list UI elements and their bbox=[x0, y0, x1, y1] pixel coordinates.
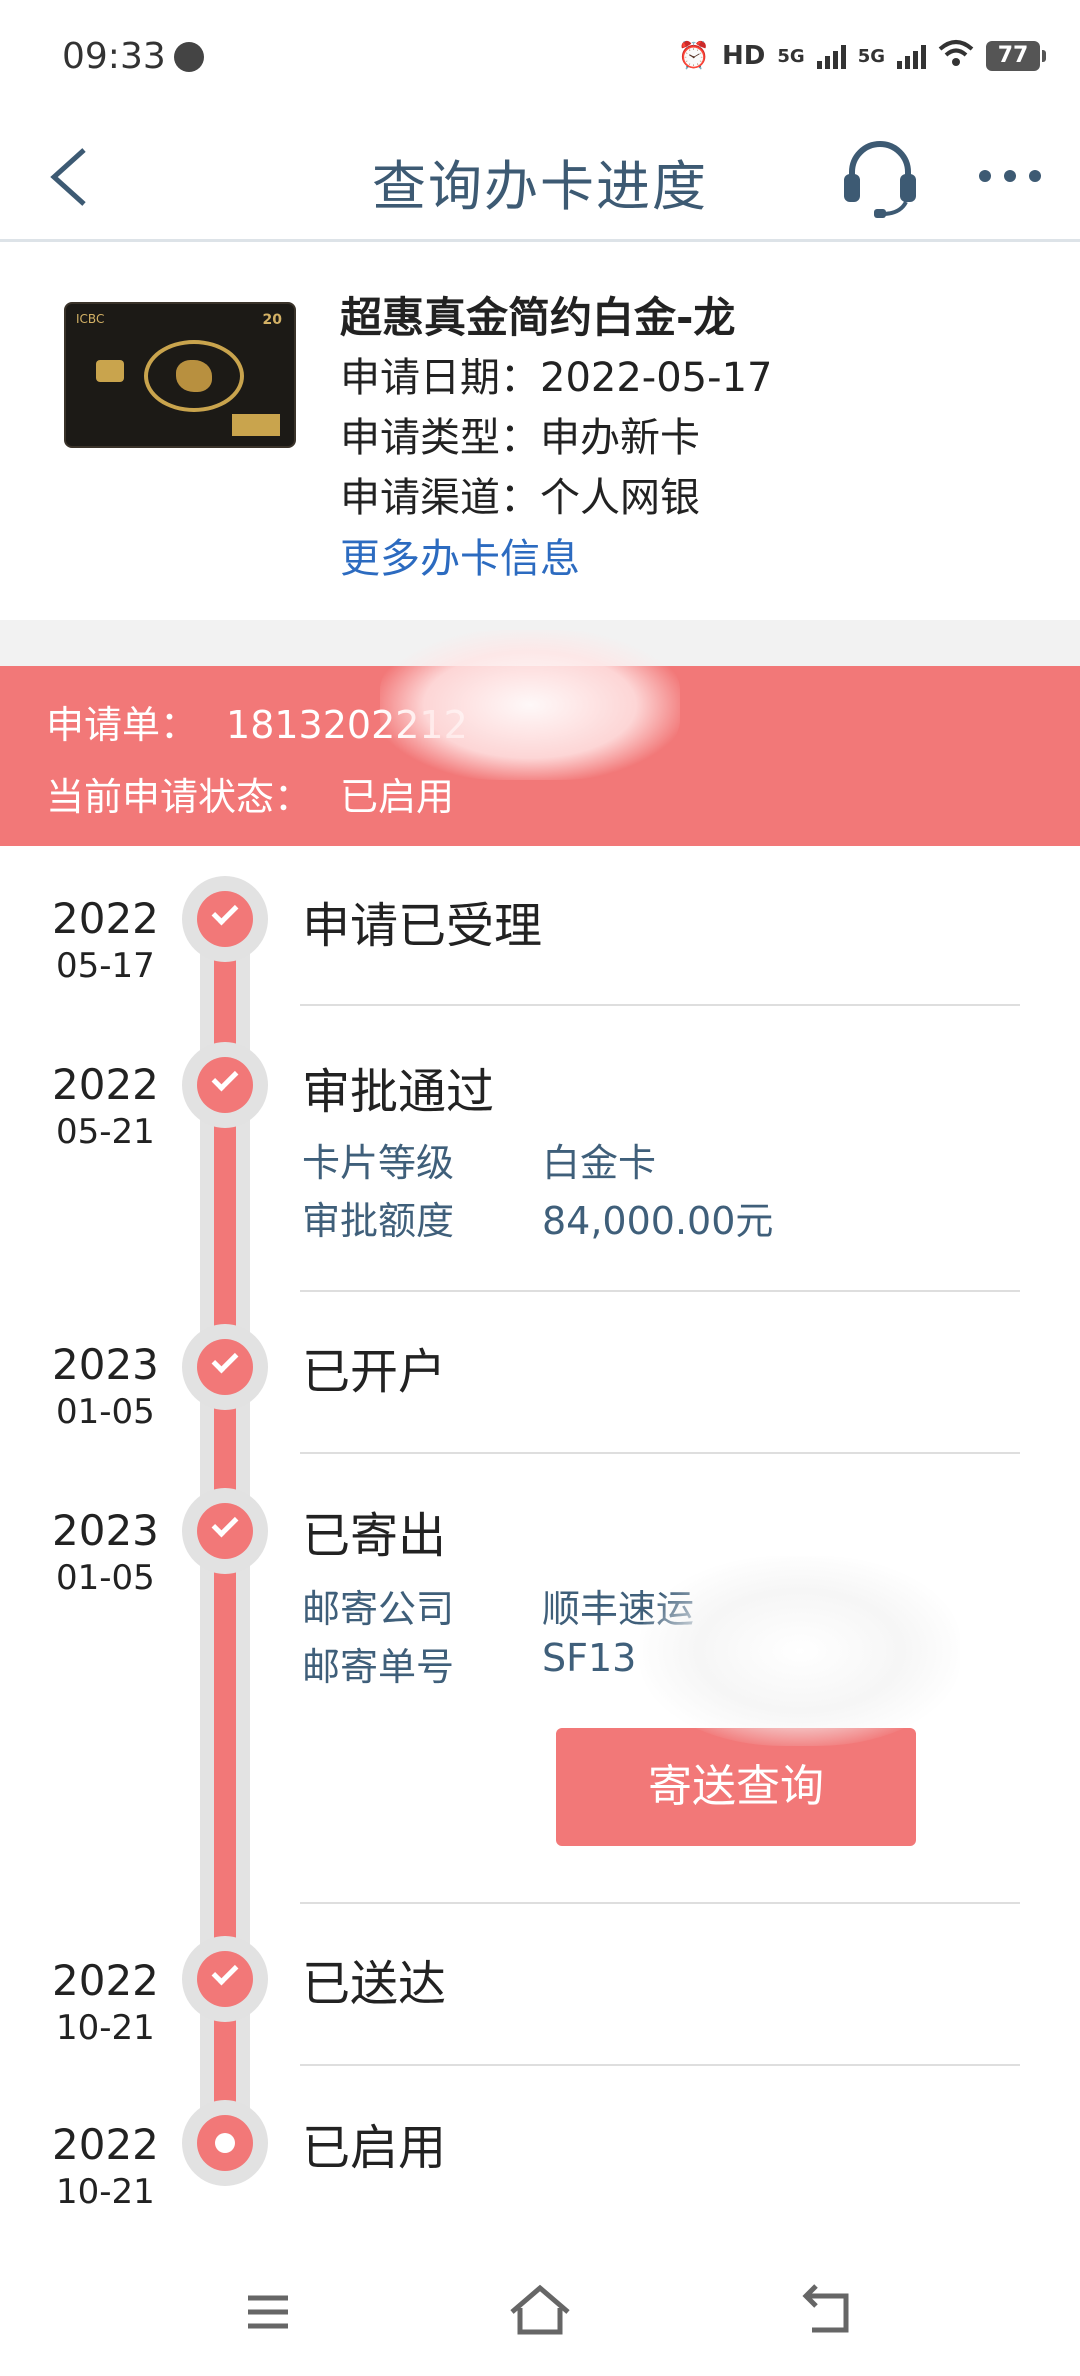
apply-date-row: 申请日期：2022-05-17 bbox=[340, 348, 772, 408]
event-year: 2022 bbox=[52, 894, 159, 943]
status-bar: 09:33 ⏰ HD 5G 5G 77 bbox=[0, 0, 1080, 112]
divider bbox=[300, 1290, 1020, 1292]
card-info-section: ICBC 20 超惠真金简约白金-龙 申请日期：2022-05-17 申请类型：… bbox=[0, 258, 1080, 620]
notification-icon bbox=[174, 42, 204, 72]
status-icons: ⏰ HD 5G 5G 77 bbox=[677, 34, 1046, 78]
event-year: 2023 bbox=[52, 1506, 159, 1555]
divider bbox=[300, 1004, 1020, 1006]
check-icon bbox=[211, 898, 239, 926]
signal-icon bbox=[816, 43, 846, 69]
app-header: 查询办卡进度 bbox=[0, 112, 1080, 242]
apply-channel-row: 申请渠道：个人网银 bbox=[340, 468, 772, 528]
event-node bbox=[182, 1488, 268, 1574]
detail-row-tracking: 邮寄单号 SF13 bbox=[302, 1636, 636, 1691]
hd-label: HD bbox=[722, 41, 766, 71]
event-title: 已寄出 bbox=[302, 1508, 447, 1564]
order-label: 申请单： bbox=[46, 703, 199, 747]
event-date: 05-21 bbox=[56, 1112, 155, 1152]
check-icon bbox=[211, 1958, 239, 1986]
apply-date-label: 申请日期： bbox=[340, 355, 540, 401]
redaction-mark bbox=[380, 630, 680, 780]
check-icon bbox=[211, 1346, 239, 1374]
current-dot-icon bbox=[215, 2133, 235, 2153]
detail-label: 卡片等级 bbox=[302, 1141, 455, 1185]
wifi-icon bbox=[938, 39, 974, 74]
return-icon bbox=[802, 2284, 849, 2333]
home-icon bbox=[510, 2284, 570, 2335]
card-face-number: 20 bbox=[262, 312, 282, 328]
event-node-current bbox=[182, 2100, 268, 2186]
detail-value: SF13 bbox=[542, 1636, 637, 1680]
event-year: 2022 bbox=[52, 1060, 159, 1109]
event-node bbox=[182, 1324, 268, 1410]
menu-button[interactable] bbox=[228, 2272, 308, 2352]
event-year: 2022 bbox=[52, 2120, 159, 2169]
event-date: 10-21 bbox=[56, 2008, 155, 2048]
dragon-emblem bbox=[144, 340, 244, 412]
progress-timeline: 2022 05-17 申请已受理 2022 05-21 审批通过 卡片等级 白金… bbox=[0, 846, 1080, 2226]
check-icon bbox=[211, 1064, 239, 1092]
menu-icon bbox=[248, 2295, 288, 2329]
detail-row-courier: 邮寄公司 顺丰速运 bbox=[302, 1578, 694, 1633]
detail-label: 邮寄单号 bbox=[302, 1645, 455, 1689]
card-details: 超惠真金简约白金-龙 申请日期：2022-05-17 申请类型：申办新卡 申请渠… bbox=[340, 288, 772, 590]
detail-value: 84,000.00元 bbox=[542, 1199, 774, 1243]
card-brand-mark bbox=[232, 414, 280, 436]
current-status-value: 已启用 bbox=[340, 775, 455, 819]
event-title: 已送达 bbox=[302, 1956, 447, 2012]
apply-type-label: 申请类型： bbox=[340, 415, 540, 461]
headset-icon bbox=[844, 141, 916, 218]
alarm-icon: ⏰ bbox=[677, 41, 711, 71]
system-nav-bar bbox=[0, 2250, 1080, 2376]
divider bbox=[300, 1452, 1020, 1454]
event-date: 10-21 bbox=[56, 2172, 155, 2212]
event-title: 已启用 bbox=[302, 2120, 447, 2176]
current-status-row: 当前申请状态： 已启用 bbox=[46, 766, 454, 821]
return-button[interactable] bbox=[786, 2272, 866, 2352]
track-shipment-button[interactable]: 寄送查询 bbox=[556, 1728, 916, 1846]
event-title: 申请已受理 bbox=[302, 898, 543, 954]
event-year: 2022 bbox=[52, 1956, 159, 2005]
event-date: 05-17 bbox=[56, 946, 155, 986]
detail-value: 白金卡 bbox=[542, 1141, 657, 1185]
apply-channel-value: 个人网银 bbox=[540, 475, 700, 521]
apply-channel-label: 申请渠道： bbox=[340, 475, 540, 521]
customer-service-button[interactable] bbox=[840, 134, 920, 220]
detail-row-credit-limit: 审批额度 84,000.00元 bbox=[302, 1190, 773, 1245]
card-image: ICBC 20 bbox=[64, 302, 296, 448]
divider bbox=[300, 1902, 1020, 1904]
more-dots-icon bbox=[979, 170, 1041, 182]
current-status-label: 当前申请状态： bbox=[46, 775, 313, 819]
event-title: 审批通过 bbox=[302, 1064, 495, 1120]
detail-label: 审批额度 bbox=[302, 1199, 455, 1243]
event-year: 2023 bbox=[52, 1340, 159, 1389]
detail-row-card-level: 卡片等级 白金卡 bbox=[302, 1132, 656, 1187]
apply-type-value: 申办新卡 bbox=[540, 415, 700, 461]
signal-icon-2 bbox=[897, 43, 926, 69]
divider bbox=[300, 2064, 1020, 2066]
event-date: 01-05 bbox=[56, 1558, 155, 1598]
home-button[interactable] bbox=[500, 2272, 580, 2352]
network-label-2: 5G bbox=[857, 45, 885, 67]
apply-date-value: 2022-05-17 bbox=[540, 355, 773, 401]
network-label-1: 5G bbox=[777, 45, 805, 67]
event-node bbox=[182, 1042, 268, 1128]
card-logo: ICBC bbox=[76, 312, 105, 326]
battery-icon: 77 bbox=[986, 41, 1046, 71]
event-node bbox=[182, 876, 268, 962]
event-title: 已开户 bbox=[302, 1344, 447, 1400]
redaction-mark bbox=[640, 1556, 960, 1746]
apply-type-row: 申请类型：申办新卡 bbox=[340, 408, 772, 468]
card-chip bbox=[96, 360, 124, 382]
check-icon bbox=[211, 1510, 239, 1538]
more-button[interactable] bbox=[975, 156, 1045, 196]
event-node bbox=[182, 1936, 268, 2022]
event-date: 01-05 bbox=[56, 1392, 155, 1432]
page: 09:33 ⏰ HD 5G 5G 77 查询办卡进度 ICBC 20 超惠真金简… bbox=[0, 0, 1080, 2376]
card-name: 超惠真金简约白金-龙 bbox=[340, 293, 736, 342]
more-card-info-link[interactable]: 更多办卡信息 bbox=[340, 528, 772, 590]
detail-label: 邮寄公司 bbox=[302, 1587, 455, 1631]
status-time: 09:33 bbox=[62, 36, 166, 77]
